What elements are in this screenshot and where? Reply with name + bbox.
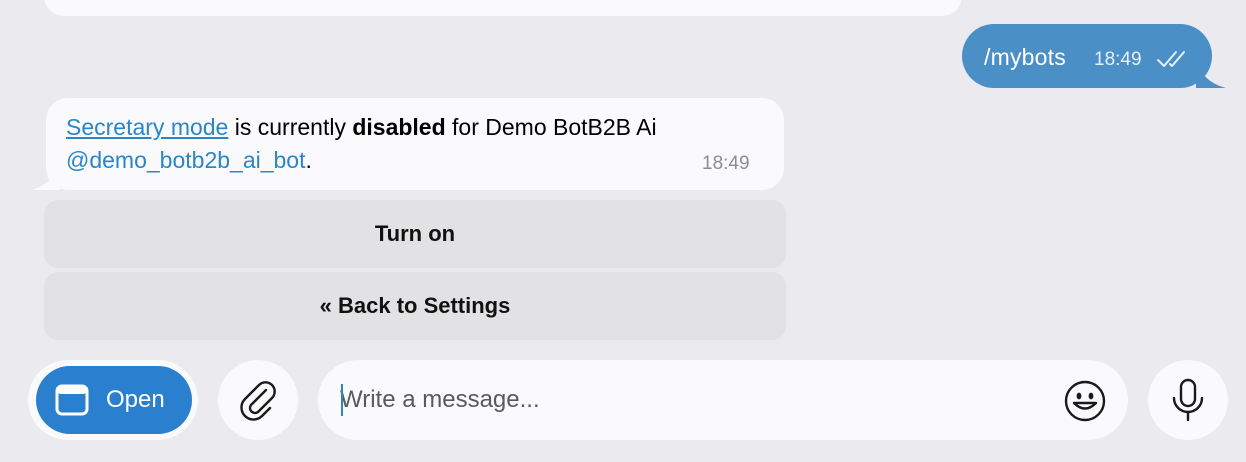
outgoing-message-time: 18:49 [1094,49,1142,70]
attach-button[interactable] [218,360,298,440]
window-icon [55,384,89,416]
chat-area: /mybots 18:49 Secretary mode is currentl… [0,0,1246,462]
incoming-message-line-2: @demo_botb2b_ai_bot. [66,147,312,174]
incoming-period: . [305,147,312,173]
outgoing-message-text: /mybots [984,44,1066,70]
secretary-mode-link[interactable]: Secretary mode [66,114,228,140]
incoming-text-middle: is currently [228,114,353,140]
microphone-icon [1172,378,1204,422]
paperclip-icon [240,381,276,421]
double-check-icon [1157,51,1185,67]
incoming-message-time: 18:49 [702,153,750,174]
text-caret [341,384,343,416]
incoming-text-after: for Demo BotB2B Ai [445,114,657,140]
status-bold-text: disabled [352,114,446,140]
voice-message-button[interactable] [1148,360,1228,440]
incoming-message: Secretary mode is currently disabled for… [46,98,784,190]
smiley-icon[interactable] [1062,378,1108,424]
back-to-settings-button[interactable]: « Back to Settings [44,272,786,340]
message-input[interactable] [340,382,1040,418]
message-input-container [318,360,1128,440]
previous-message-bubble [44,0,962,16]
outgoing-message[interactable]: /mybots 18:49 [962,24,1212,88]
incoming-message-line-1: Secretary mode is currently disabled for… [66,114,657,141]
open-web-app-button[interactable]: Open [36,366,192,434]
open-button-label: Open [106,386,165,413]
bot-username-link[interactable]: @demo_botb2b_ai_bot [66,147,305,173]
turn-on-button[interactable]: Turn on [44,200,786,268]
